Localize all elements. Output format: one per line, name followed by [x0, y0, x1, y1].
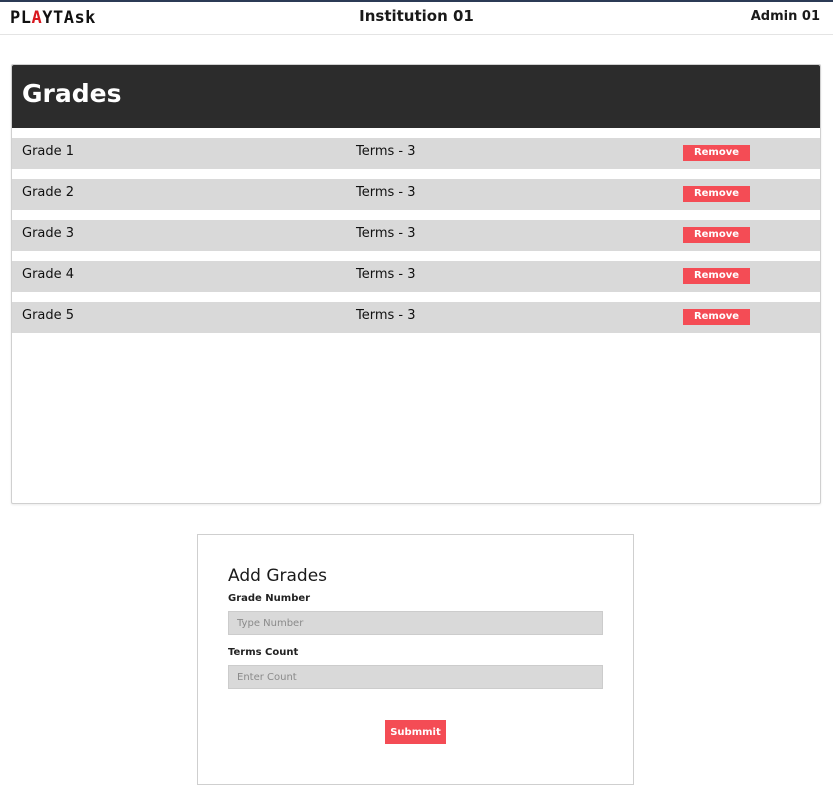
remove-grade-button[interactable]: Remove [683, 268, 750, 284]
add-grades-title: Add Grades [228, 566, 328, 586]
remove-grade-button[interactable]: Remove [683, 227, 750, 243]
terms-count-input[interactable] [228, 665, 603, 689]
grade-terms: Terms - 3 [356, 185, 416, 200]
grade-terms: Terms - 3 [356, 226, 416, 241]
grade-name: Grade 3 [22, 226, 75, 241]
grade-row: Grade 3 Terms - 3 Remove [12, 220, 820, 251]
submit-button[interactable]: Submmit [385, 720, 446, 744]
grade-name: Grade 1 [22, 144, 75, 159]
user-name[interactable]: Admin 01 [751, 9, 820, 24]
grade-number-input[interactable] [228, 611, 603, 635]
grade-terms: Terms - 3 [356, 267, 416, 282]
grade-name: Grade 5 [22, 308, 75, 323]
grade-terms: Terms - 3 [356, 308, 416, 323]
grades-list: Grade 1 Terms - 3 Remove Grade 2 Terms -… [12, 128, 820, 333]
top-bar: PL A YTAsk Institution 01 Admin 01 [0, 0, 833, 35]
grade-number-label: Grade Number [228, 593, 311, 604]
grades-panel-title: Grades [12, 65, 820, 128]
grade-name: Grade 4 [22, 267, 75, 282]
grade-terms: Terms - 3 [356, 144, 416, 159]
grade-name: Grade 2 [22, 185, 75, 200]
grade-row: Grade 2 Terms - 3 Remove [12, 179, 820, 210]
grade-row: Grade 5 Terms - 3 Remove [12, 302, 820, 333]
grade-row: Grade 4 Terms - 3 Remove [12, 261, 820, 292]
remove-grade-button[interactable]: Remove [683, 186, 750, 202]
terms-count-label: Terms Count [228, 647, 299, 658]
grades-panel: Grades Grade 1 Terms - 3 Remove Grade 2 … [11, 64, 821, 504]
grade-row: Grade 1 Terms - 3 Remove [12, 138, 820, 169]
remove-grade-button[interactable]: Remove [683, 309, 750, 325]
remove-grade-button[interactable]: Remove [683, 145, 750, 161]
add-grades-form: Add Grades Grade Number Terms Count Subm… [197, 534, 634, 785]
page-title: Institution 01 [359, 7, 474, 25]
